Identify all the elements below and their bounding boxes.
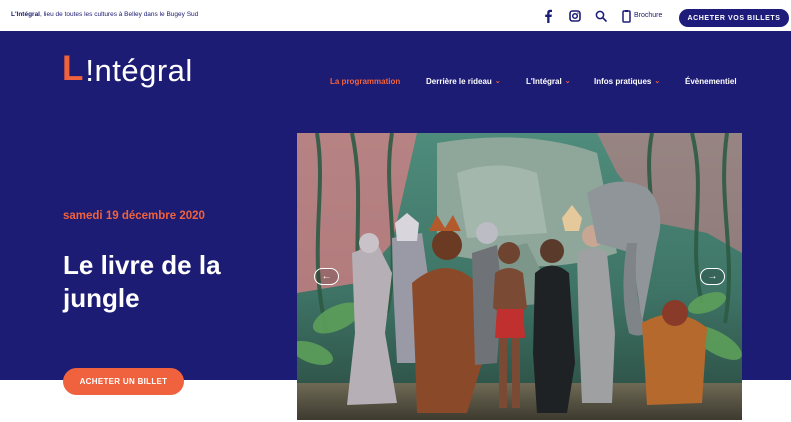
logo-text: !ntégral — [85, 53, 193, 88]
carousel-next-button[interactable]: → — [700, 268, 725, 285]
nav-label: Évènementiel — [685, 76, 737, 86]
logo-letter: L — [62, 49, 84, 88]
brochure-link[interactable]: Brochure — [634, 12, 662, 19]
chevron-down-icon: ⌄ — [494, 78, 501, 85]
arrow-left-icon: ← — [321, 271, 332, 282]
nav-label: La programmation — [330, 76, 401, 86]
nav-label: L'Intégral — [526, 76, 562, 86]
nav-label: Infos pratiques — [594, 76, 652, 86]
nav-label: Derrière le rideau — [426, 76, 492, 86]
nav-item-evenementiel[interactable]: Évènementiel — [685, 74, 737, 88]
buy-ticket-button[interactable]: ACHETER UN BILLET — [63, 368, 184, 395]
site-tagline: L'Intégral, lieu de toutes les cultures … — [11, 11, 198, 18]
tagline-text: , lieu de toutes les cultures à Belley d… — [40, 11, 199, 18]
nav-item-derriere-le-rideau[interactable]: Derrière le rideau ⌄ — [426, 74, 501, 88]
tagline-brand: L'Intégral — [11, 11, 40, 18]
carousel-prev-button[interactable]: ← — [314, 268, 339, 285]
event-photo[interactable] — [297, 133, 742, 420]
arrow-right-icon: → — [707, 271, 718, 282]
instagram-icon[interactable] — [569, 8, 581, 24]
brochure-icon[interactable] — [622, 8, 631, 24]
event-title[interactable]: Le livre de la jungle — [63, 249, 263, 315]
chevron-down-icon: ⌄ — [654, 78, 661, 85]
facebook-icon[interactable] — [543, 8, 553, 24]
nav-item-lintegral[interactable]: L'Intégral ⌄ — [526, 74, 571, 88]
search-icon[interactable] — [595, 8, 607, 24]
buy-tickets-button[interactable]: ACHETER VOS BILLETS — [679, 9, 789, 27]
top-bar: L'Intégral, lieu de toutes les cultures … — [0, 0, 791, 31]
event-date: samedi 19 décembre 2020 — [63, 210, 205, 222]
chevron-down-icon: ⌄ — [564, 78, 571, 85]
site-logo[interactable]: L !ntégral — [62, 51, 193, 86]
nav-item-programmation[interactable]: La programmation — [330, 74, 400, 88]
nav-item-infos-pratiques[interactable]: Infos pratiques ⌄ — [594, 74, 660, 88]
